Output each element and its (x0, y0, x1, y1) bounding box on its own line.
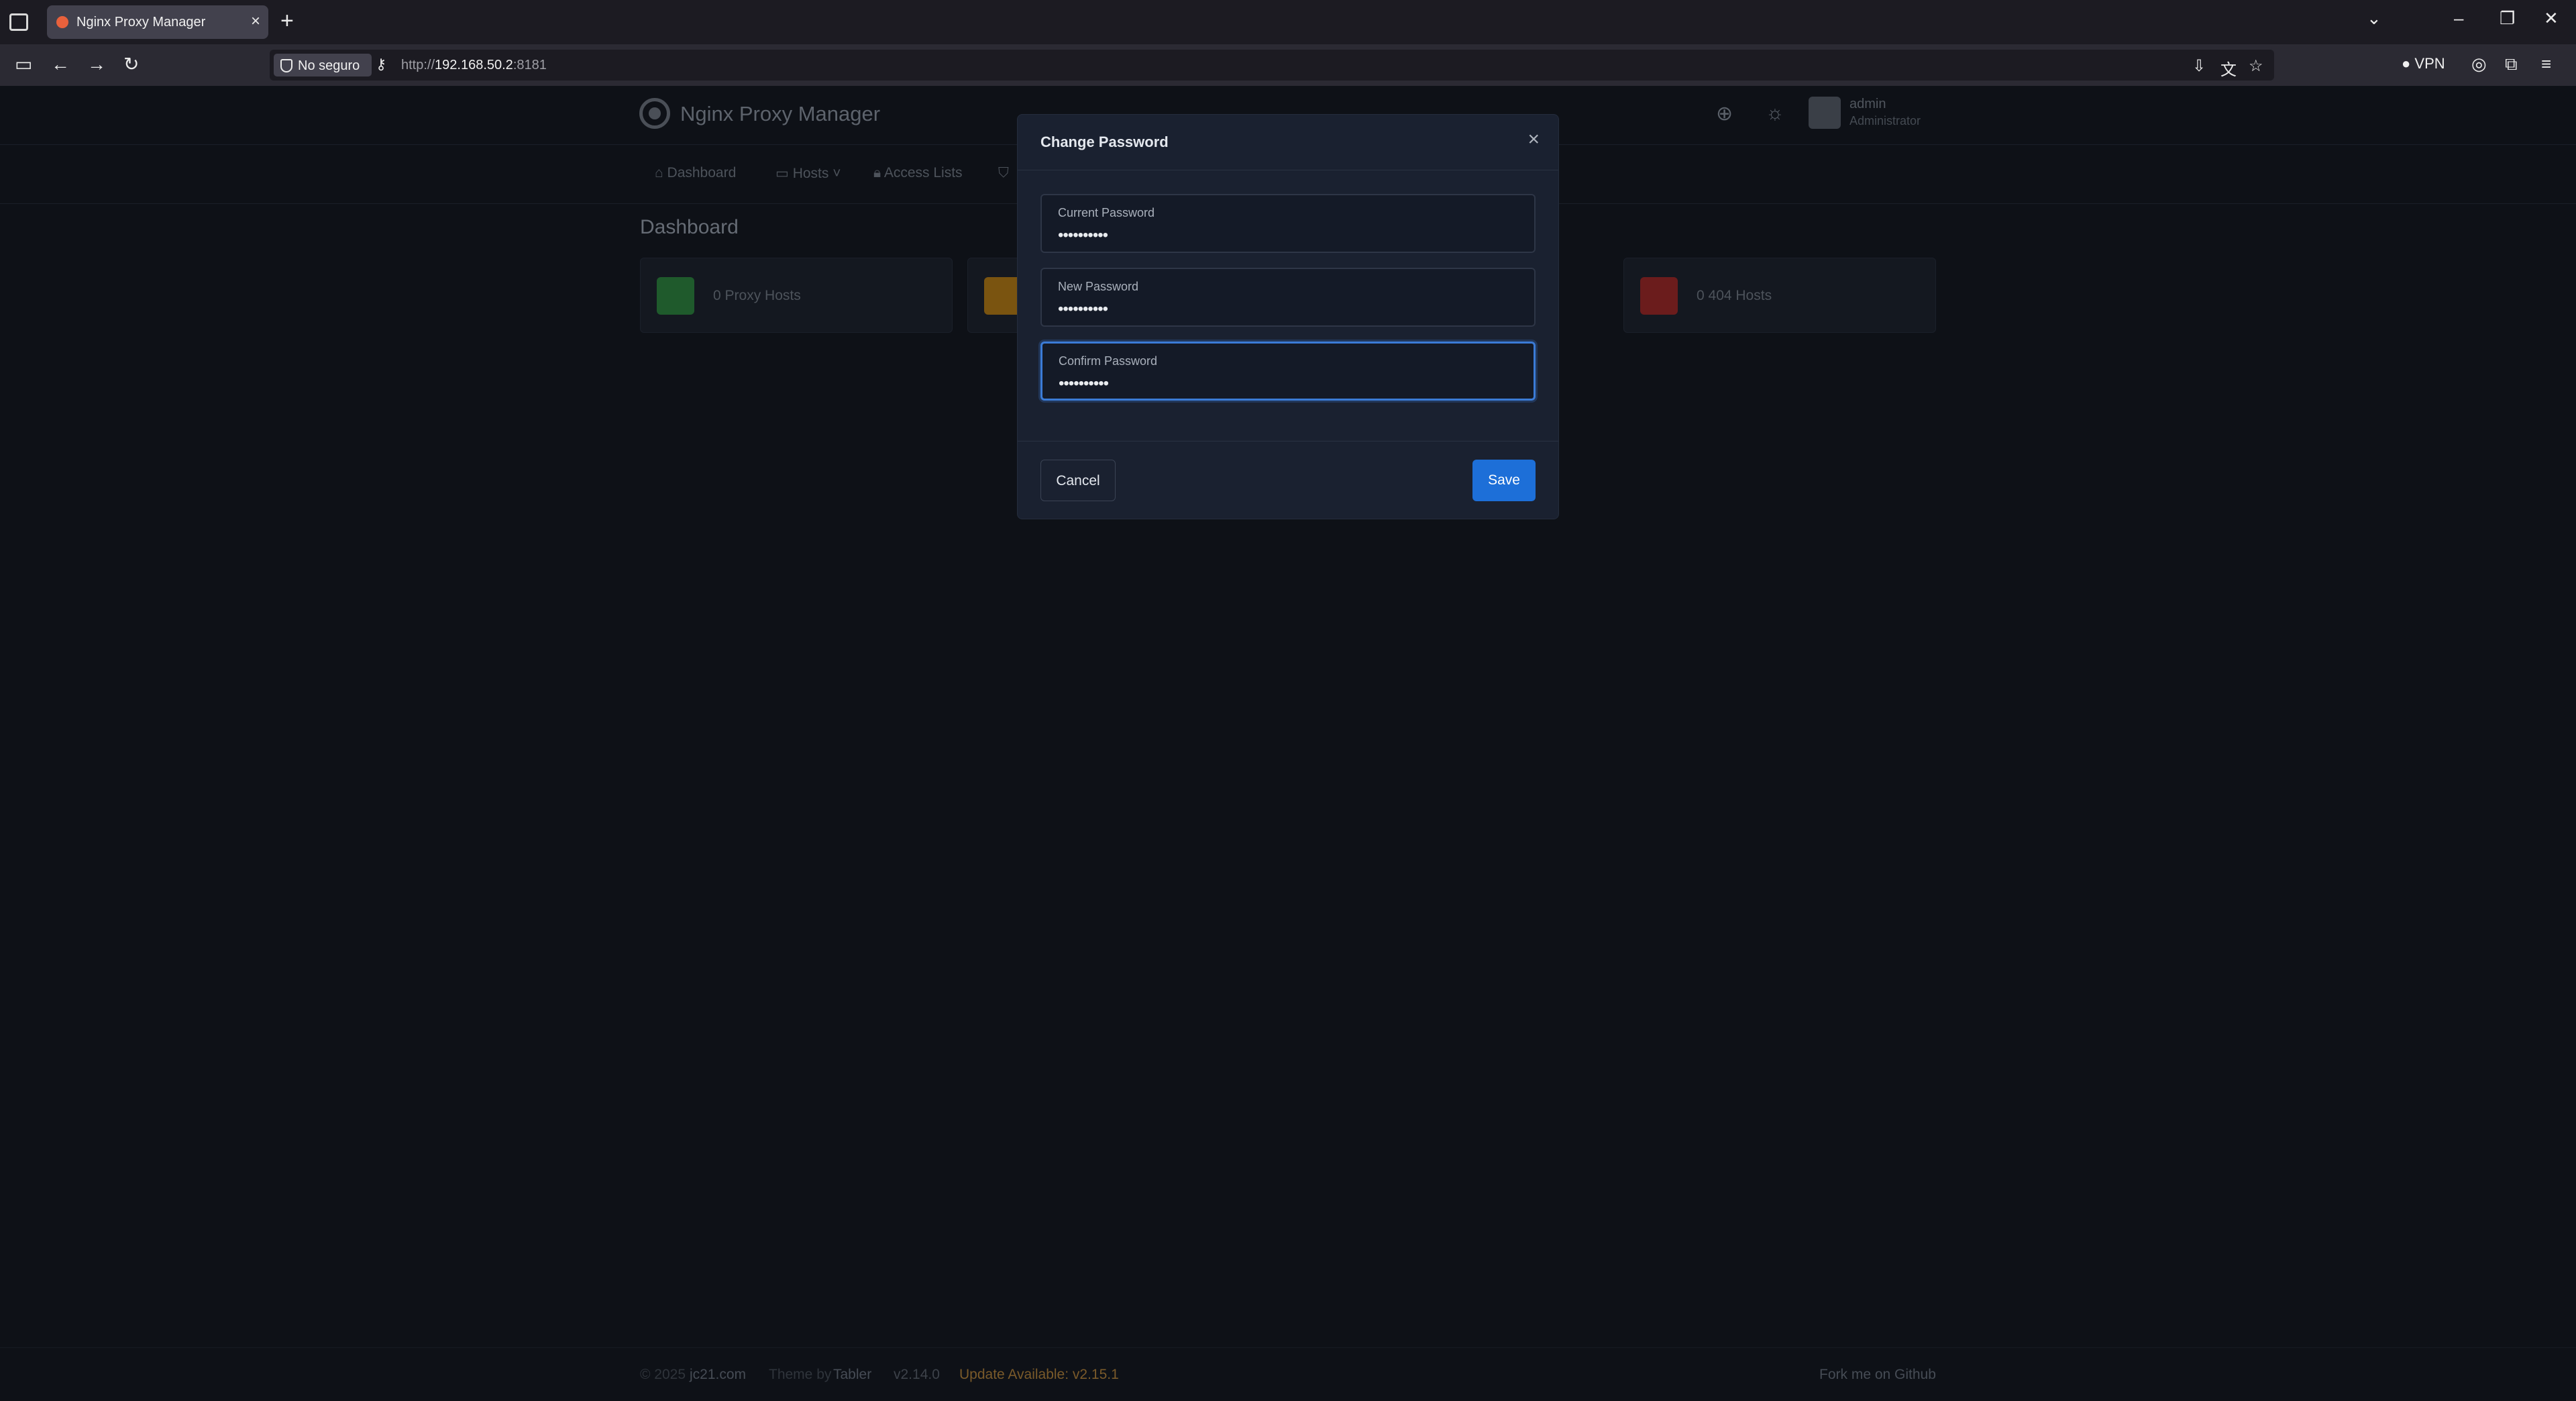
brand-title[interactable]: Nginx Proxy Manager (680, 102, 880, 126)
version: v2.14.0 (894, 1367, 940, 1382)
key-icon[interactable]: ⚷ (376, 56, 386, 73)
user-role: Administrator (1849, 114, 1921, 127)
home-icon: ⌂ (655, 165, 667, 180)
stat-404-hosts[interactable]: 0 404 Hosts (1623, 258, 1936, 333)
shield-icon (280, 59, 292, 72)
field-label: Confirm Password (1059, 354, 1158, 368)
shield-icon[interactable]: ⛉ (998, 165, 1009, 181)
stat-label: 0 404 Hosts (1697, 288, 1772, 303)
menu-icon[interactable]: ≡ (2541, 54, 2551, 74)
modal-title: Change Password (1040, 134, 1169, 150)
window-close-icon[interactable]: ✕ (2544, 8, 2559, 29)
address-bar[interactable]: No seguro ⚷ http://192.168.50.2:8181 ⇩ 文… (270, 50, 2274, 81)
change-password-modal: Change Password × Current Password •••••… (1017, 114, 1559, 519)
field-label: Current Password (1058, 206, 1155, 219)
language-globe-icon[interactable]: ⊕ (1716, 102, 1733, 125)
vpn-button[interactable]: ● VPN (2402, 55, 2445, 72)
security-label: No seguro (298, 58, 360, 73)
nav-access-lists[interactable]: 🔒︎ Access Lists (873, 165, 963, 181)
account-icon[interactable]: ◎ (2471, 54, 2487, 74)
browser-tabbar: Nginx Proxy Manager × + ⌄ – ❐ ✕ (0, 0, 2576, 44)
bookmark-star-icon[interactable]: ☆ (2249, 56, 2263, 76)
field-value: •••••••••• (1058, 226, 1108, 244)
copyright: © 2025 (640, 1367, 686, 1382)
footer-site-link[interactable]: jc21.com (690, 1367, 746, 1383)
field-label: New Password (1058, 280, 1139, 293)
browser-tab[interactable]: Nginx Proxy Manager × (47, 5, 268, 39)
footer: © 2025 jc21.com Theme by Tabler v2.14.0 … (0, 1347, 2576, 1401)
cancel-button[interactable]: Cancel (1040, 460, 1116, 501)
new-tab-icon[interactable]: + (280, 8, 294, 34)
avatar[interactable] (1809, 97, 1841, 129)
theme-link[interactable]: Tabler (833, 1367, 871, 1383)
monitor-icon: ▭ (775, 166, 793, 181)
browser-toolbar: ▭ ← → ↻ No seguro ⚷ http://192.168.50.2:… (0, 44, 2576, 86)
reload-icon[interactable]: ↻ (123, 54, 139, 75)
new-password-field[interactable]: New Password •••••••••• (1040, 268, 1536, 327)
lock-icon: 🔒︎ (873, 165, 884, 180)
update-available-link[interactable]: Update Available: v2.15.1 (959, 1367, 1119, 1383)
url-text: http://192.168.50.2:8181 (401, 58, 547, 72)
theme-by: Theme by (769, 1367, 832, 1382)
page-title: Dashboard (640, 216, 739, 238)
user-name: admin (1849, 97, 1886, 111)
stat-proxy-hosts[interactable]: 0 Proxy Hosts (640, 258, 953, 333)
security-badge[interactable]: No seguro (274, 54, 372, 76)
stat-label: 0 Proxy Hosts (713, 288, 801, 303)
field-value: •••••••••• (1058, 300, 1108, 318)
bolt-icon (657, 277, 694, 315)
tab-overview-icon[interactable] (9, 13, 28, 31)
sidebar-icon[interactable]: ▭ (15, 54, 32, 75)
confirm-password-field[interactable]: Confirm Password •••••••••• (1040, 342, 1536, 401)
tab-list-icon[interactable]: ⌄ (2367, 8, 2381, 29)
theme-sun-icon[interactable]: ☼ (1766, 102, 1784, 125)
tab-title: Nginx Proxy Manager (76, 15, 206, 30)
nav-dashboard[interactable]: ⌂ Dashboard (655, 165, 736, 181)
restore-icon[interactable]: ❐ (2500, 8, 2515, 29)
forward-icon[interactable]: → (87, 54, 106, 75)
install-icon[interactable]: ⇩ (2192, 56, 2206, 76)
close-icon[interactable]: × (1527, 128, 1540, 151)
no-entry-icon (1640, 277, 1678, 315)
extensions-icon[interactable]: ⧉ (2505, 54, 2518, 75)
back-icon[interactable]: ← (51, 54, 70, 75)
fork-github-link[interactable]: Fork me on Github (1819, 1367, 1936, 1383)
field-value: •••••••••• (1059, 374, 1109, 393)
favicon-icon (56, 16, 68, 28)
save-button[interactable]: Save (1472, 460, 1536, 501)
translate-icon[interactable]: 文 (2220, 56, 2237, 80)
minimize-icon[interactable]: – (2454, 8, 2463, 29)
divider (1018, 441, 1558, 442)
brand-logo-icon (639, 98, 670, 129)
shuffle-icon (984, 277, 1022, 315)
nav-hosts[interactable]: ▭ Hosts ˅ (775, 165, 841, 182)
tab-close-icon[interactable]: × (251, 12, 260, 31)
save-label: Save (1488, 472, 1520, 488)
cancel-label: Cancel (1056, 473, 1100, 488)
current-password-field[interactable]: Current Password •••••••••• (1040, 194, 1536, 253)
